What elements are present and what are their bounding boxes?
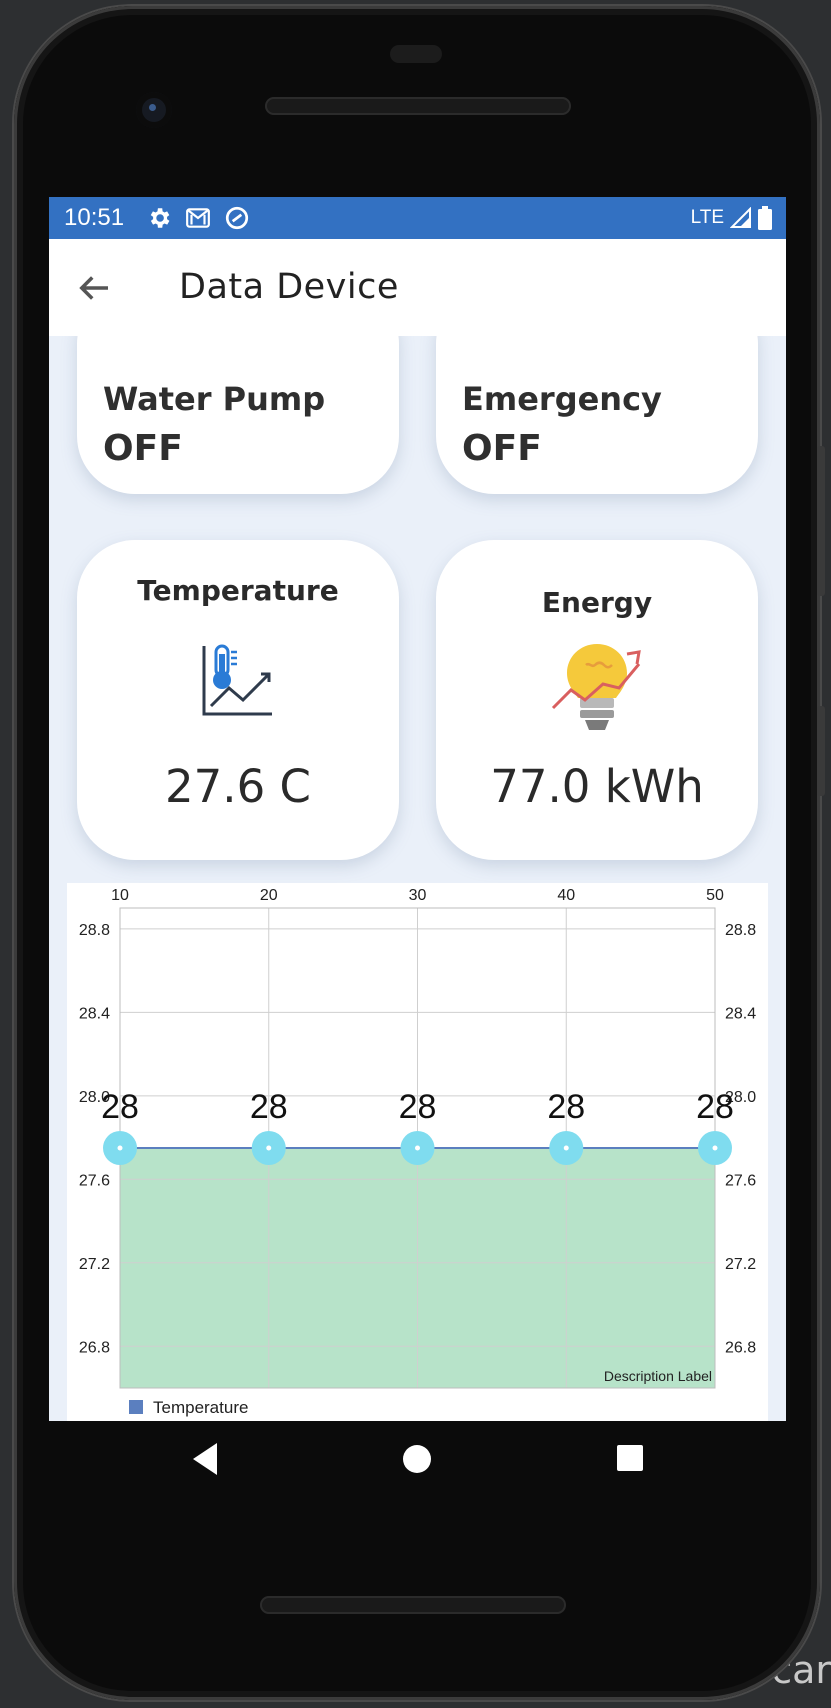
y-tick-label-right: 28.4 [725,1005,756,1022]
device-card-water-pump[interactable]: Water Pump OFF [77,336,399,494]
chart-description: Description Label [604,1368,712,1384]
y-tick-label-left: 27.2 [79,1256,110,1273]
device-screen: 10:51 LTE Data Device Water Pump OFF Eme… [49,197,786,1421]
power-button [817,706,825,796]
gear-icon [150,208,170,228]
legend-swatch [129,1400,143,1414]
sensor-value: 77.0 kWh [490,760,704,813]
nav-home-icon[interactable] [402,1444,432,1474]
data-point-center [117,1145,123,1151]
data-label: 28 [696,1088,734,1126]
x-tick-label: 50 [706,887,724,904]
data-label: 28 [101,1088,139,1126]
temperature-chart[interactable]: 10 20 30 40 50 28.8 28.8 28.4 28.4 28.0 28.0 27.6 27… [67,883,768,1421]
scroll-content[interactable]: Water Pump OFF Emergency OFF Temperature… [49,336,786,1421]
data-point-center [712,1145,718,1151]
y-tick-label-left: 26.8 [79,1339,110,1356]
app-bar: Data Device [49,239,786,336]
top-speaker [265,97,571,115]
device-label: Emergency [462,380,662,418]
x-tick-label: 30 [409,887,427,904]
data-point-center [415,1145,420,1151]
status-bar: 10:51 LTE [49,197,786,239]
device-status: OFF [462,428,542,469]
data-label: 28 [547,1088,585,1126]
battery-icon [758,206,772,230]
front-camera [136,92,172,128]
sensor-card-temperature[interactable]: Temperature 27.6 C [77,540,399,860]
y-tick-label-right: 26.8 [725,1339,756,1356]
y-tick-label-right: 27.2 [725,1256,756,1273]
device-status: OFF [103,428,183,469]
y-tick-label-right: 27.6 [725,1172,756,1189]
sensor-card-energy[interactable]: Energy 77.0 kWh [436,540,758,860]
y-tick-label-left: 27.6 [79,1172,110,1189]
nav-back-icon[interactable] [189,1441,221,1477]
legend-label: Temperature [153,1398,248,1417]
sensor-title: Energy [541,586,653,619]
gmail-icon [186,208,210,228]
navigation-bar [49,1421,786,1509]
data-label: 28 [399,1088,437,1126]
chart-svg: 10 20 30 40 5028.8 28.828.4 28.428.0 28.027.6 27… [79,887,756,1417]
x-tick-label: 40 [557,887,575,904]
thermometer-chart-icon [202,644,272,716]
arrow-back-icon[interactable] [73,267,115,309]
status-notification-icons [146,205,250,231]
y-tick-label-right: 28.8 [725,922,756,939]
x-tick-label: 20 [260,887,278,904]
device-card-emergency[interactable]: Emergency OFF [436,336,758,494]
network-type: LTE [690,207,724,228]
data-point-center [563,1145,569,1151]
signal-icon [730,207,751,228]
data-label: 28 [250,1088,288,1126]
status-time: 10:51 [64,204,125,231]
phone-sensor [390,45,442,63]
device-label: Water Pump [103,380,326,418]
page-title: Data Device [179,267,399,307]
sensor-title: Temperature [137,574,339,607]
data-saver-icon [225,206,249,230]
y-tick-label-left: 28.4 [79,1005,110,1022]
x-tick-label: 10 [111,887,129,904]
y-tick-label-left: 28.8 [79,922,110,939]
nav-recents-icon[interactable] [616,1444,644,1472]
volume-button [817,446,825,596]
sensor-value: 27.6 C [165,760,311,813]
bottom-speaker [260,1596,566,1614]
status-system-icons: LTE [691,206,772,230]
lightbulb-chart-icon [551,644,641,730]
data-point-center [266,1145,272,1151]
